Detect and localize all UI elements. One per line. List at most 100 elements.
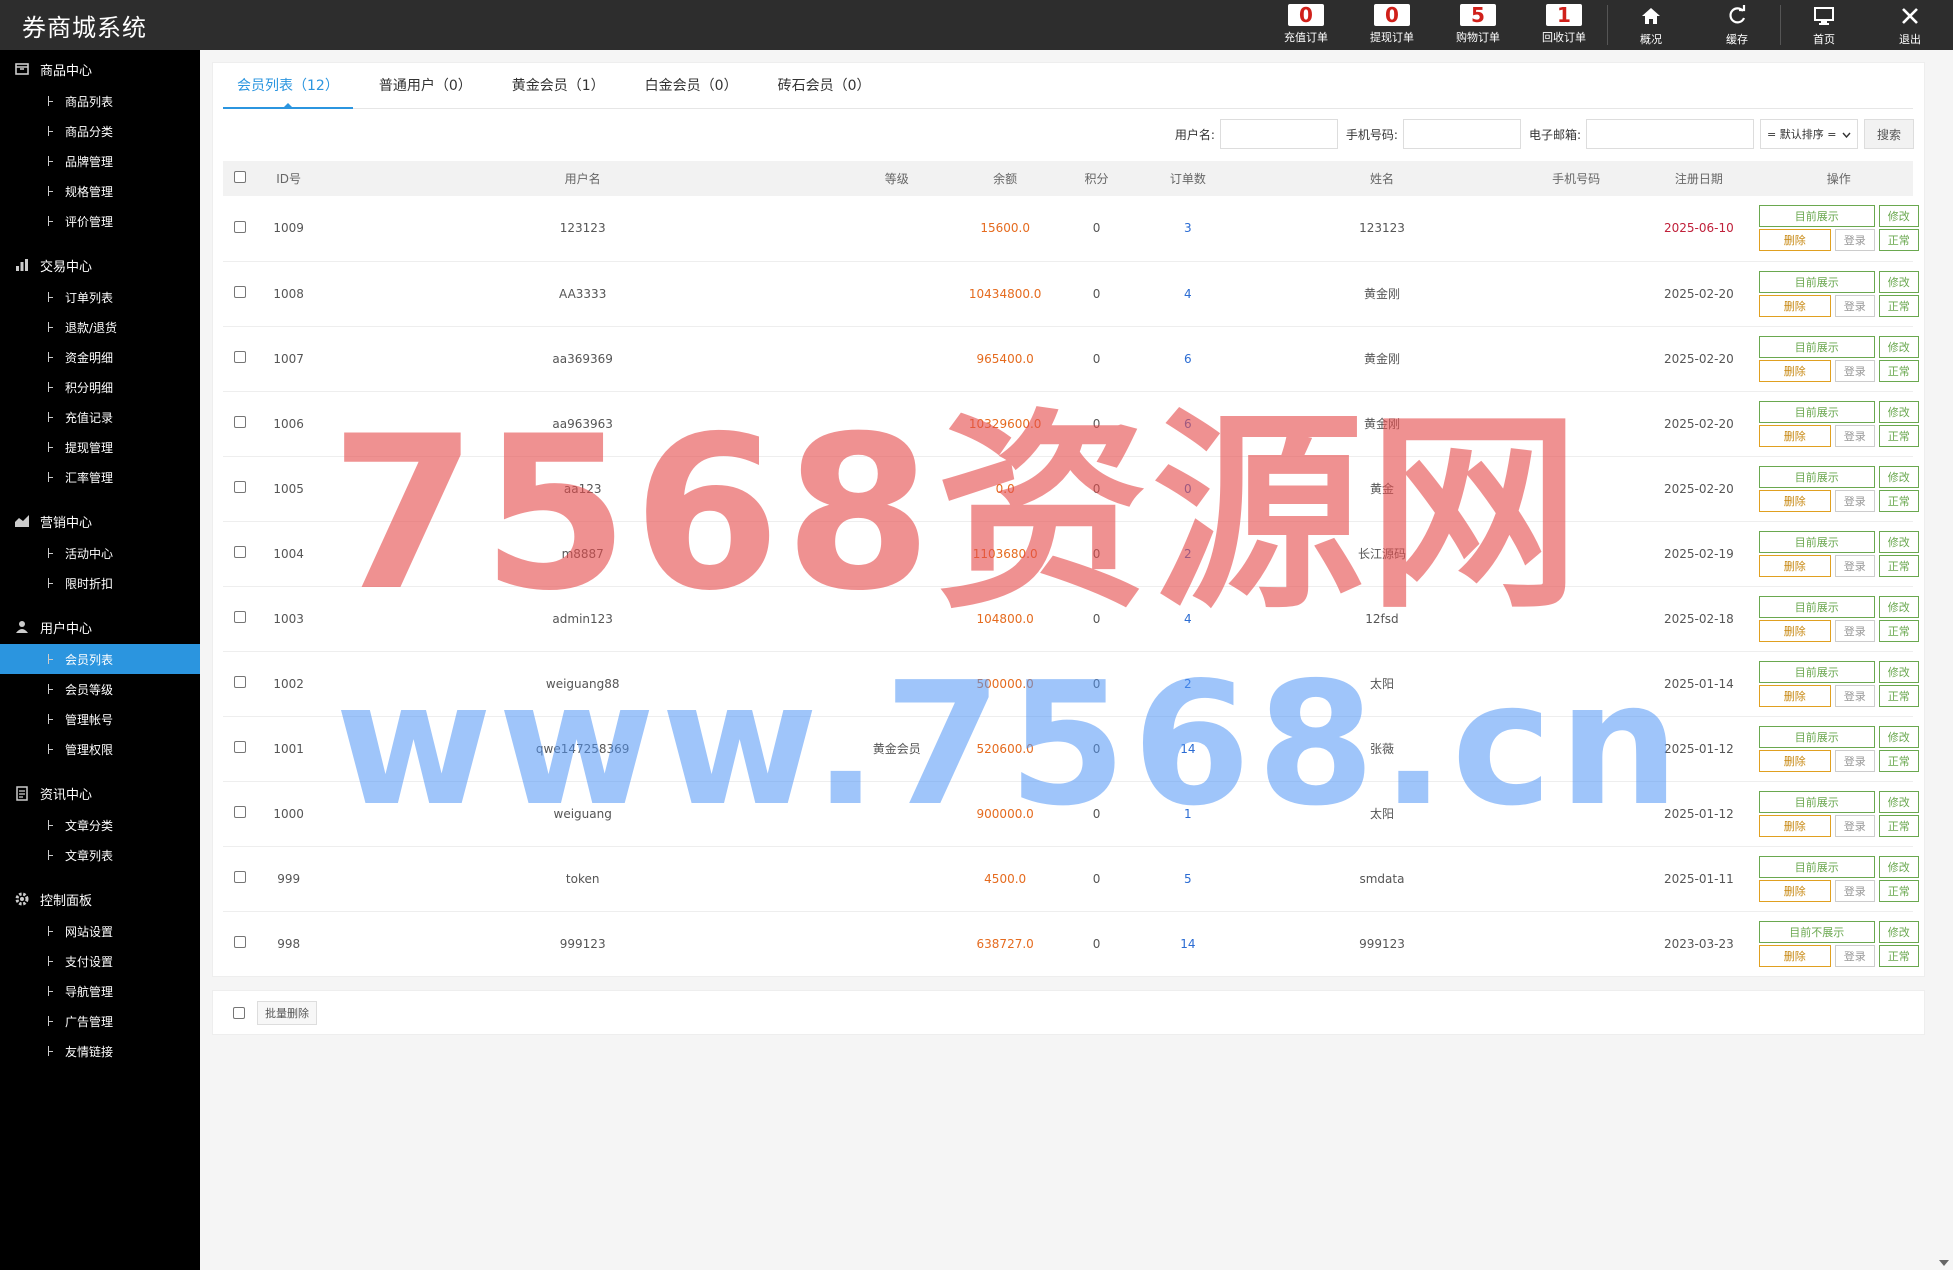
edit-button[interactable]: 修改 [1878,270,1919,293]
login-button[interactable]: 登录 [1834,489,1875,512]
status-button[interactable]: 正常 [1878,294,1919,317]
scroll-down-arrow[interactable] [1939,1260,1949,1266]
edit-button[interactable]: 修改 [1878,725,1919,748]
sort-select[interactable]: = 默认排序 = [1760,119,1858,149]
row-checkbox[interactable] [234,741,247,753]
sidebar-item[interactable]: 管理权限 [0,734,200,764]
display-toggle-button[interactable]: 目前展示 [1758,270,1875,293]
sidebar-item[interactable]: 汇率管理 [0,462,200,492]
status-button[interactable]: 正常 [1878,359,1919,382]
email-input[interactable] [1586,119,1754,149]
display-toggle-button[interactable]: 目前展示 [1758,725,1875,748]
edit-button[interactable]: 修改 [1878,400,1919,423]
login-button[interactable]: 登录 [1834,749,1875,772]
login-button[interactable]: 登录 [1834,684,1875,707]
row-checkbox[interactable] [234,546,247,558]
display-toggle-button[interactable]: 目前展示 [1758,790,1875,813]
status-button[interactable]: 正常 [1878,489,1919,512]
sidebar-item[interactable]: 友情链接 [0,1036,200,1066]
sidebar-item[interactable]: 订单列表 [0,282,200,312]
status-button[interactable]: 正常 [1878,749,1919,772]
sidebar-group-0[interactable]: 商品中心 [0,52,200,86]
sidebar-item[interactable]: 商品列表 [0,86,200,116]
delete-button[interactable]: 删除 [1758,749,1831,772]
status-button[interactable]: 正常 [1878,944,1919,967]
tab-2[interactable]: 黄金会员（1） [498,69,619,109]
row-checkbox[interactable] [234,676,247,688]
sidebar-item[interactable]: 品牌管理 [0,146,200,176]
row-checkbox[interactable] [234,286,247,298]
delete-button[interactable]: 删除 [1758,684,1831,707]
cache-button[interactable]: 缓存 [1694,0,1780,50]
sidebar-group-4[interactable]: 资讯中心 [0,776,200,810]
sidebar-item[interactable]: 文章分类 [0,810,200,840]
edit-button[interactable]: 修改 [1878,595,1919,618]
login-button[interactable]: 登录 [1834,359,1875,382]
homepage-button[interactable]: 首页 [1781,0,1867,50]
sidebar-item[interactable]: 资金明细 [0,342,200,372]
delete-button[interactable]: 删除 [1758,294,1831,317]
sidebar-group-1[interactable]: 交易中心 [0,248,200,282]
sidebar-item[interactable]: 支付设置 [0,946,200,976]
sidebar-item[interactable]: 商品分类 [0,116,200,146]
display-toggle-button[interactable]: 目前展示 [1758,530,1875,553]
sidebar-item[interactable]: 退款/退货 [0,312,200,342]
sidebar-group-2[interactable]: 营销中心 [0,504,200,538]
search-button[interactable]: 搜索 [1864,119,1914,149]
status-button[interactable]: 正常 [1878,684,1919,707]
display-toggle-button[interactable]: 目前展示 [1758,205,1875,228]
status-button[interactable]: 正常 [1878,814,1919,837]
delete-button[interactable]: 删除 [1758,814,1831,837]
sidebar-item[interactable]: 提现管理 [0,432,200,462]
display-toggle-button[interactable]: 目前展示 [1758,855,1875,878]
username-input[interactable] [1219,119,1338,149]
row-checkbox[interactable] [234,220,247,233]
edit-button[interactable]: 修改 [1878,920,1919,943]
sidebar-item[interactable]: 规格管理 [0,176,200,206]
tab-4[interactable]: 砖石会员（0） [764,69,885,109]
sidebar-item[interactable]: 网站设置 [0,916,200,946]
display-toggle-button[interactable]: 目前展示 [1758,465,1875,488]
sidebar-item[interactable]: 充值记录 [0,402,200,432]
tab-1[interactable]: 普通用户（0） [365,69,486,109]
tab-3[interactable]: 白金会员（0） [631,69,752,109]
display-toggle-button[interactable]: 目前展示 [1758,595,1875,618]
sidebar-item[interactable]: 管理帐号 [0,704,200,734]
overview-button[interactable]: 概况 [1608,0,1694,50]
select-all-checkbox[interactable] [234,171,247,183]
delete-button[interactable]: 删除 [1758,229,1831,252]
login-button[interactable]: 登录 [1834,619,1875,642]
recharge-orders-button[interactable]: 0 充值订单 [1263,0,1349,50]
row-checkbox[interactable] [234,806,247,818]
select-all-footer-checkbox[interactable] [233,1007,245,1019]
login-button[interactable]: 登录 [1834,879,1875,902]
edit-button[interactable]: 修改 [1878,335,1919,358]
delete-button[interactable]: 删除 [1758,554,1831,577]
login-button[interactable]: 登录 [1834,944,1875,967]
edit-button[interactable]: 修改 [1878,465,1919,488]
sidebar-item[interactable]: 限时折扣 [0,568,200,598]
shopping-orders-button[interactable]: 5 购物订单 [1435,0,1521,50]
edit-button[interactable]: 修改 [1878,660,1919,683]
row-checkbox[interactable] [234,416,247,428]
delete-button[interactable]: 删除 [1758,424,1831,447]
sidebar-item[interactable]: 会员等级 [0,674,200,704]
sidebar-item[interactable]: 文章列表 [0,840,200,870]
logout-button[interactable]: 退出 [1867,0,1953,50]
login-button[interactable]: 登录 [1834,814,1875,837]
sidebar-item[interactable]: 积分明细 [0,372,200,402]
sidebar-group-5[interactable]: 控制面板 [0,882,200,916]
edit-button[interactable]: 修改 [1878,530,1919,553]
login-button[interactable]: 登录 [1834,424,1875,447]
login-button[interactable]: 登录 [1834,554,1875,577]
row-checkbox[interactable] [234,871,247,883]
phone-input[interactable] [1402,119,1521,149]
sidebar-item[interactable]: 导航管理 [0,976,200,1006]
sidebar-item[interactable]: 会员列表 [0,644,200,674]
sidebar-item[interactable]: 活动中心 [0,538,200,568]
row-checkbox[interactable] [234,481,247,493]
display-toggle-button[interactable]: 目前展示 [1758,400,1875,423]
edit-button[interactable]: 修改 [1878,205,1919,228]
withdraw-orders-button[interactable]: 0 提现订单 [1349,0,1435,50]
sidebar-item[interactable]: 评价管理 [0,206,200,236]
